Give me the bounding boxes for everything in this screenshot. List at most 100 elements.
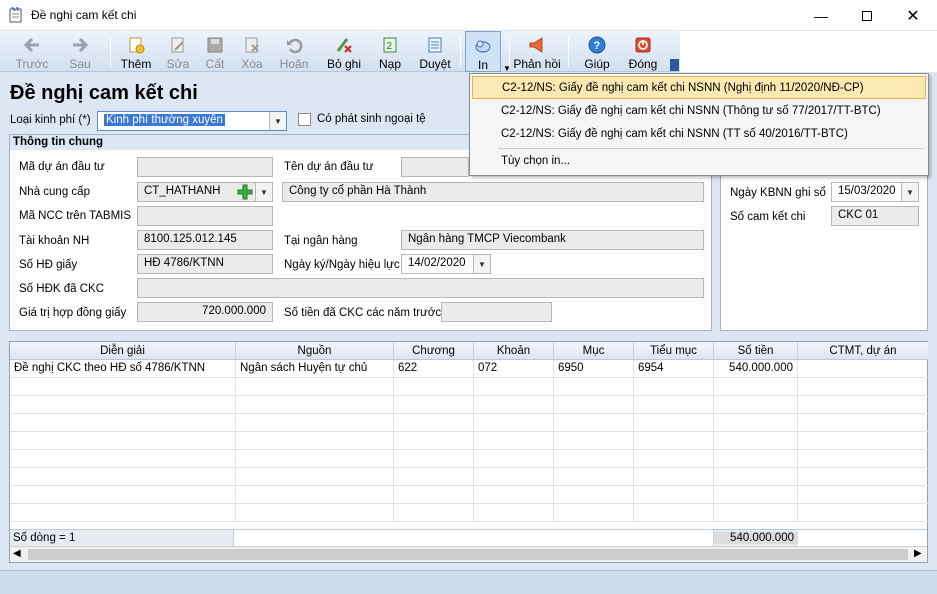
empty-cell[interactable] xyxy=(474,432,554,450)
empty-cell[interactable] xyxy=(10,414,236,432)
table-cell[interactable]: 072 xyxy=(474,360,554,378)
empty-cell[interactable] xyxy=(236,468,394,486)
column-header[interactable]: Khoản xyxy=(474,342,554,360)
empty-cell[interactable] xyxy=(236,432,394,450)
save-button[interactable]: Cất xyxy=(198,31,232,72)
empty-cell[interactable] xyxy=(798,432,928,450)
funding-type-select[interactable]: Kinh phí thường xuyên ▼ xyxy=(97,111,287,131)
empty-cell[interactable] xyxy=(714,432,798,450)
scroll-left-icon[interactable]: ◀ xyxy=(13,548,21,559)
empty-cell[interactable] xyxy=(714,414,798,432)
minimize-button[interactable]: — xyxy=(798,0,844,31)
empty-cell[interactable] xyxy=(554,378,634,396)
next-button[interactable]: Sau xyxy=(60,31,100,72)
close-button[interactable]: ✕ xyxy=(890,0,936,31)
empty-cell[interactable] xyxy=(554,486,634,504)
empty-cell[interactable] xyxy=(394,504,474,522)
defer-button[interactable]: Hoãn xyxy=(274,31,314,72)
column-header[interactable]: Tiểu mục xyxy=(634,342,714,360)
unpost-button[interactable]: Bỏ ghi xyxy=(322,31,366,72)
edit-button[interactable]: Sửa xyxy=(160,31,196,72)
print-menu-item-nd11[interactable]: C2-12/NS: Giấy đề nghị cam kết chi NSNN … xyxy=(472,76,926,99)
feedback-button[interactable]: Phản hồi xyxy=(512,31,562,72)
empty-cell[interactable] xyxy=(634,432,714,450)
prev-button[interactable]: Trước xyxy=(12,31,52,72)
print-menu-item-tt77[interactable]: C2-12/NS: Giấy đề nghị cam kết chi NSNN … xyxy=(472,100,926,123)
empty-cell[interactable] xyxy=(10,432,236,450)
empty-cell[interactable] xyxy=(714,450,798,468)
table-cell[interactable] xyxy=(798,360,928,378)
empty-cell[interactable] xyxy=(634,414,714,432)
empty-cell[interactable] xyxy=(634,486,714,504)
add-button[interactable]: Thêm xyxy=(116,31,156,72)
empty-cell[interactable] xyxy=(798,486,928,504)
table-cell[interactable]: Ngân sách Huyện tự chủ xyxy=(236,360,394,378)
horizontal-scrollbar[interactable]: ◀ ▶ xyxy=(10,546,927,562)
empty-cell[interactable] xyxy=(236,414,394,432)
print-menu-item-tt40[interactable]: C2-12/NS: Giấy đề nghị cam kết chi NSNN … xyxy=(472,123,926,146)
empty-cell[interactable] xyxy=(714,486,798,504)
column-header[interactable]: CTMT, dự án xyxy=(798,342,928,360)
approve-button[interactable]: Duyệt xyxy=(414,31,456,72)
load-button[interactable]: 2 Nạp xyxy=(372,31,408,72)
empty-cell[interactable] xyxy=(474,504,554,522)
empty-cell[interactable] xyxy=(236,486,394,504)
empty-cell[interactable] xyxy=(10,504,236,522)
contract-value-field[interactable]: 720.000.000 xyxy=(137,302,273,322)
kbnn-date-field[interactable]: 15/03/2020 ▼ xyxy=(831,182,919,202)
column-header[interactable]: Mục xyxy=(554,342,634,360)
empty-cell[interactable] xyxy=(714,396,798,414)
bank-account-field[interactable]: 8100.125.012.145 xyxy=(137,230,273,250)
empty-cell[interactable] xyxy=(394,432,474,450)
empty-cell[interactable] xyxy=(394,450,474,468)
empty-cell[interactable] xyxy=(474,450,554,468)
empty-cell[interactable] xyxy=(798,504,928,522)
table-cell[interactable]: 622 xyxy=(394,360,474,378)
empty-cell[interactable] xyxy=(634,396,714,414)
empty-cell[interactable] xyxy=(634,504,714,522)
empty-cell[interactable] xyxy=(394,396,474,414)
chevron-down-icon[interactable]: ▼ xyxy=(255,183,272,201)
ckc-contract-field[interactable] xyxy=(137,278,704,298)
empty-cell[interactable] xyxy=(236,396,394,414)
empty-cell[interactable] xyxy=(714,378,798,396)
empty-cell[interactable] xyxy=(474,486,554,504)
empty-cell[interactable] xyxy=(554,396,634,414)
close-form-button[interactable]: Đóng xyxy=(622,31,664,72)
empty-cell[interactable] xyxy=(554,468,634,486)
empty-cell[interactable] xyxy=(474,396,554,414)
table-cell[interactable]: 540.000.000 xyxy=(714,360,798,378)
empty-cell[interactable] xyxy=(394,468,474,486)
tabmis-code-field[interactable] xyxy=(137,206,273,226)
sign-date-field[interactable]: 14/02/2020 ▼ xyxy=(401,254,491,274)
empty-cell[interactable] xyxy=(474,468,554,486)
project-name-field[interactable] xyxy=(401,157,469,177)
calendar-dropdown-icon[interactable]: ▼ xyxy=(901,183,918,201)
supplier-name-field[interactable]: Công ty cổ phần Hà Thành xyxy=(282,182,704,202)
empty-cell[interactable] xyxy=(798,414,928,432)
print-options-item[interactable]: Tùy chọn in... xyxy=(472,150,926,173)
empty-cell[interactable] xyxy=(554,432,634,450)
maximize-button[interactable] xyxy=(844,0,890,31)
empty-cell[interactable] xyxy=(554,414,634,432)
empty-cell[interactable] xyxy=(474,414,554,432)
empty-cell[interactable] xyxy=(714,468,798,486)
bank-field[interactable]: Ngân hàng TMCP Viecombank xyxy=(401,230,704,250)
project-code-field[interactable] xyxy=(137,157,273,177)
add-supplier-icon[interactable] xyxy=(237,184,253,200)
delete-button[interactable]: Xóa xyxy=(234,31,270,72)
foreign-currency-checkbox[interactable] xyxy=(298,113,311,126)
empty-cell[interactable] xyxy=(474,378,554,396)
empty-cell[interactable] xyxy=(394,414,474,432)
empty-cell[interactable] xyxy=(798,396,928,414)
empty-cell[interactable] xyxy=(236,378,394,396)
calendar-dropdown-icon[interactable]: ▼ xyxy=(473,255,490,273)
column-header[interactable]: Diễn giải xyxy=(10,342,236,360)
scroll-thumb[interactable] xyxy=(28,549,908,560)
empty-cell[interactable] xyxy=(236,504,394,522)
empty-cell[interactable] xyxy=(714,504,798,522)
column-header[interactable]: Nguồn xyxy=(236,342,394,360)
commitment-no-field[interactable]: CKC 01 xyxy=(831,206,919,226)
empty-cell[interactable] xyxy=(10,468,236,486)
empty-cell[interactable] xyxy=(634,450,714,468)
